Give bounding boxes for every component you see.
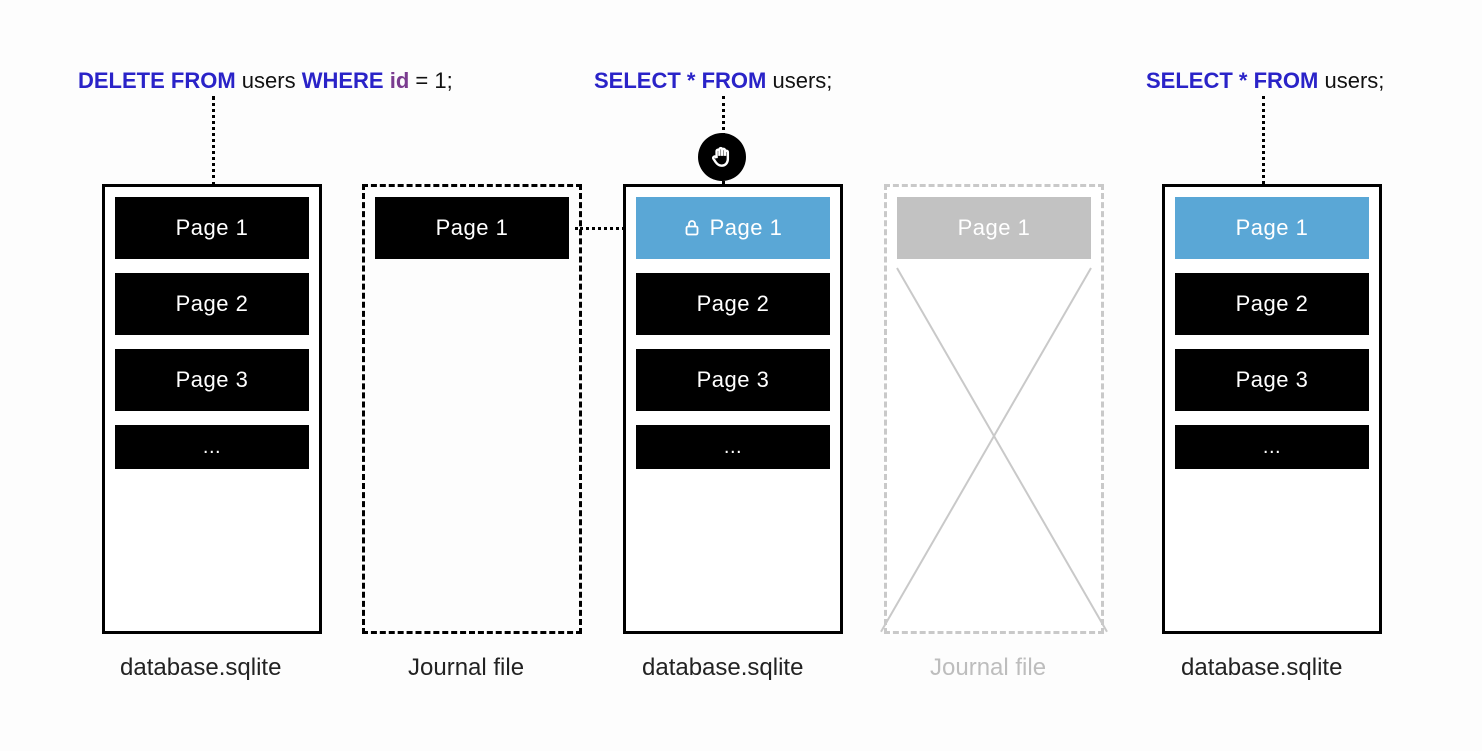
- stop-hand-icon: [709, 144, 735, 170]
- db3-page1: Page 1: [1175, 197, 1369, 259]
- caption-journal-ghost: Journal file: [930, 654, 1046, 682]
- db2-ellipsis-label: ...: [724, 436, 742, 459]
- kw-select-2: SELECT * FROM: [1146, 68, 1318, 93]
- db3-ellipsis-label: ...: [1263, 436, 1281, 459]
- sql-select-statement-1: SELECT * FROM users;: [594, 68, 832, 94]
- db1-page1-label: Page 1: [176, 215, 249, 241]
- tbl-users-3: users;: [1324, 68, 1384, 93]
- db1-page-ellipsis: ...: [115, 425, 309, 469]
- col-id: id: [390, 68, 410, 93]
- lock-icon: [684, 219, 700, 237]
- db1-page3: Page 3: [115, 349, 309, 411]
- db2-page-ellipsis: ...: [636, 425, 830, 469]
- db2-page1-label: Page 1: [710, 215, 783, 241]
- journal1-page1-label: Page 1: [436, 215, 509, 241]
- kw-delete-from: DELETE FROM: [78, 68, 236, 93]
- sql-select-statement-2: SELECT * FROM users;: [1146, 68, 1384, 94]
- db3-page3-label: Page 3: [1236, 367, 1309, 393]
- connector-sql3-to-db5: [1262, 96, 1265, 184]
- kw-where: WHERE: [302, 68, 384, 93]
- caption-db2: database.sqlite: [642, 654, 803, 682]
- db3-page1-label: Page 1: [1236, 215, 1309, 241]
- caption-journal1: Journal file: [408, 654, 524, 682]
- db2-page3-label: Page 3: [697, 367, 770, 393]
- db2-page2: Page 2: [636, 273, 830, 335]
- journal-ghost-page1: Page 1: [897, 197, 1091, 259]
- stop-badge: [698, 133, 746, 181]
- db-box-1: Page 1 Page 2 Page 3 ...: [102, 184, 322, 634]
- connector-journal-to-db3: [575, 227, 625, 230]
- db-box-3: Page 1 Page 2 Page 3 ...: [1162, 184, 1382, 634]
- sql1-rest: = 1;: [409, 68, 452, 93]
- journal-ghost-page1-label: Page 1: [958, 215, 1031, 241]
- tbl-users-2: users;: [772, 68, 832, 93]
- journal-box-1: Page 1: [362, 184, 582, 634]
- db1-page3-label: Page 3: [176, 367, 249, 393]
- db3-page-ellipsis: ...: [1175, 425, 1369, 469]
- db1-page2: Page 2: [115, 273, 309, 335]
- db2-page2-label: Page 2: [697, 291, 770, 317]
- tbl-users-1: users: [242, 68, 296, 93]
- db2-page1-locked: Page 1: [636, 197, 830, 259]
- db1-page2-label: Page 2: [176, 291, 249, 317]
- db1-ellipsis-label: ...: [203, 436, 221, 459]
- db3-page2-label: Page 2: [1236, 291, 1309, 317]
- caption-db1: database.sqlite: [120, 654, 281, 682]
- connector-sql1-to-db1: [212, 96, 215, 186]
- journal1-page1: Page 1: [375, 197, 569, 259]
- db3-page2: Page 2: [1175, 273, 1369, 335]
- db3-page3: Page 3: [1175, 349, 1369, 411]
- caption-db3: database.sqlite: [1181, 654, 1342, 682]
- diagram-stage: DELETE FROM users WHERE id = 1; SELECT *…: [0, 0, 1482, 751]
- db1-page1: Page 1: [115, 197, 309, 259]
- db2-page3: Page 3: [636, 349, 830, 411]
- kw-select-1: SELECT * FROM: [594, 68, 766, 93]
- sql-delete-statement: DELETE FROM users WHERE id = 1;: [78, 68, 453, 94]
- db-box-2: Page 1 Page 2 Page 3 ...: [623, 184, 843, 634]
